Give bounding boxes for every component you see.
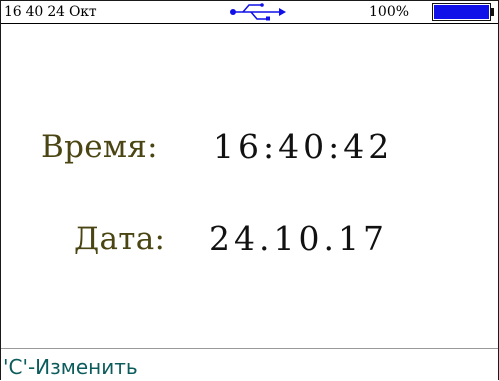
battery-percent: 100% [369, 4, 410, 20]
status-bar: 16 40 24 Окт 100% [1, 1, 498, 24]
battery-fill [434, 5, 489, 19]
date-label: Дата: [74, 221, 166, 257]
usb-icon [229, 3, 287, 21]
change-hint: 'С'-Изменить [3, 355, 138, 379]
time-label: Время: [41, 129, 158, 165]
device-screen: 16 40 24 Окт 100% Время: 16:40:42 Дата: … [0, 0, 499, 380]
footer-divider [1, 348, 498, 349]
date-value: 24.10.17 [209, 219, 388, 258]
time-value: 16:40:42 [213, 127, 394, 166]
battery-full-icon [432, 3, 494, 21]
status-datetime: 16 40 24 Окт [4, 4, 97, 20]
